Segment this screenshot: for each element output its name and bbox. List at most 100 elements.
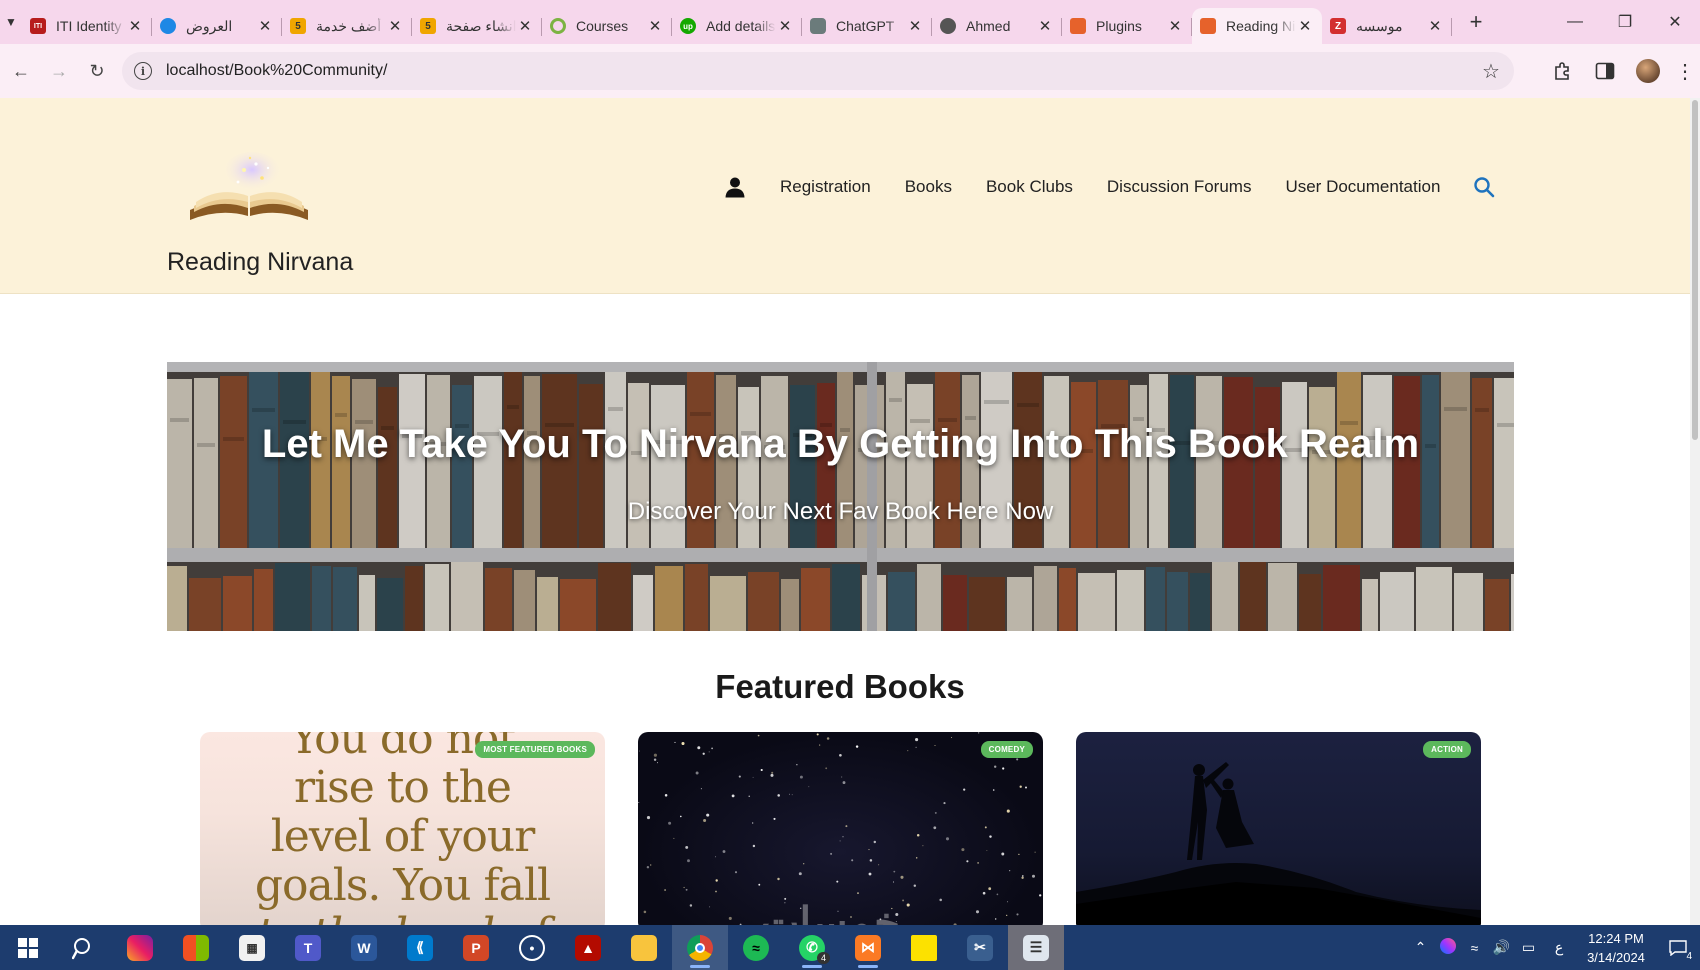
clock[interactable]: 12:24 PM 3/14/2024 bbox=[1576, 929, 1656, 967]
minimize-icon[interactable]: — bbox=[1550, 0, 1600, 44]
quote-line: level of your bbox=[270, 811, 536, 862]
notification-center-icon[interactable]: 4 bbox=[1656, 925, 1700, 970]
search-icon[interactable] bbox=[56, 925, 112, 970]
sticky-notes-icon[interactable] bbox=[896, 925, 952, 970]
browser-tab[interactable]: 5 انشاء صفحة ✕ bbox=[412, 8, 542, 44]
tab-close-icon[interactable]: ✕ bbox=[1036, 17, 1054, 35]
site-header: Reading Nirvana Registration Books Book … bbox=[0, 98, 1690, 294]
hero-title: Let Me Take You To Nirvana By Getting In… bbox=[261, 422, 1420, 466]
vscode-icon[interactable]: ⟪ bbox=[392, 925, 448, 970]
book-card[interactable]: COMEDY bbox=[638, 732, 1043, 925]
tab-close-icon[interactable]: ✕ bbox=[386, 17, 404, 35]
whatsapp-icon[interactable]: ✆ 4 bbox=[784, 925, 840, 970]
tab-title: انشاء صفحة bbox=[446, 17, 516, 34]
tab-title: موسسه bbox=[1356, 17, 1403, 34]
side-panel-icon[interactable] bbox=[1584, 62, 1626, 80]
restore-icon[interactable]: ❐ bbox=[1600, 0, 1650, 44]
nav-book-clubs[interactable]: Book Clubs bbox=[986, 177, 1073, 197]
book-card[interactable]: ACTION bbox=[1076, 732, 1481, 925]
browser-tab[interactable]: up Add details ✕ bbox=[672, 8, 802, 44]
browser-menu-icon[interactable]: ⋮ bbox=[1670, 59, 1700, 84]
reload-icon[interactable]: ↻ bbox=[80, 54, 114, 88]
browser-tab[interactable]: Ahmed ✕ bbox=[932, 8, 1062, 44]
battery-icon[interactable]: ▭ bbox=[1515, 939, 1542, 956]
category-badge: ACTION bbox=[1423, 741, 1471, 758]
chrome-icon[interactable] bbox=[672, 925, 728, 970]
page-scrollbar[interactable] bbox=[1690, 98, 1700, 925]
user-account-icon[interactable] bbox=[720, 172, 750, 202]
language-indicator[interactable]: ع bbox=[1542, 939, 1576, 956]
profile-avatar[interactable] bbox=[1636, 59, 1660, 83]
tab-title: العروض bbox=[186, 17, 233, 34]
extensions-icon[interactable] bbox=[1542, 61, 1584, 81]
browser-tab[interactable]: 5 أضف خدمة ✕ bbox=[282, 8, 412, 44]
forward-icon[interactable]: → bbox=[42, 54, 76, 88]
browser-tab-active[interactable]: Reading Nirvana ✕ bbox=[1192, 8, 1322, 44]
xampp-icon[interactable]: ⋈ bbox=[840, 925, 896, 970]
notepad-icon[interactable]: ☰ bbox=[1008, 925, 1064, 970]
address-bar[interactable]: i localhost/Book%20Community/ ☆ bbox=[122, 52, 1514, 90]
open-book-logo-icon[interactable] bbox=[186, 152, 312, 226]
file-explorer-icon[interactable] bbox=[616, 925, 672, 970]
powerpoint-icon[interactable]: P bbox=[448, 925, 504, 970]
snipping-tool-icon[interactable]: ✂ bbox=[952, 925, 1008, 970]
windows-taskbar: ▦ T W ⟪ P • ▲ ≈ ✆ 4 ⋈ ✂ ☰ ⌃ ≈ 🔊 ▭ ع 12:24… bbox=[0, 925, 1700, 970]
new-tab-button[interactable]: + bbox=[1456, 9, 1496, 35]
tab-title: Reading Nirvana bbox=[1226, 18, 1296, 34]
alarm-clock-icon[interactable]: • bbox=[504, 925, 560, 970]
nav-registration[interactable]: Registration bbox=[780, 177, 871, 197]
site-name[interactable]: Reading Nirvana bbox=[167, 248, 353, 277]
tab-close-icon[interactable]: ✕ bbox=[906, 17, 924, 35]
tab-close-icon[interactable]: ✕ bbox=[1166, 17, 1184, 35]
book-cover-quote: You do not rise to the level of your goa… bbox=[200, 732, 605, 925]
browser-tab[interactable]: العروض ✕ bbox=[152, 8, 282, 44]
back-icon[interactable]: ← bbox=[4, 54, 38, 88]
tab-favicon-globe-icon bbox=[940, 18, 956, 34]
tab-favicon-khamsat: 5 bbox=[420, 18, 436, 34]
tab-close-icon[interactable]: ✕ bbox=[256, 17, 274, 35]
browser-tab[interactable]: Z موسسه ✕ bbox=[1322, 8, 1452, 44]
window-controls: — ❐ ✕ bbox=[1550, 0, 1700, 44]
tab-close-icon[interactable]: ✕ bbox=[1426, 17, 1444, 35]
messenger-icon[interactable] bbox=[1434, 938, 1461, 957]
clock-date: 3/14/2024 bbox=[1587, 949, 1645, 965]
tab-title: Ahmed bbox=[966, 18, 1011, 34]
browser-tab[interactable]: Courses ✕ bbox=[542, 8, 672, 44]
volume-icon[interactable]: 🔊 bbox=[1488, 939, 1515, 956]
tab-close-icon[interactable]: ✕ bbox=[1296, 17, 1314, 35]
tab-favicon-xampp-icon bbox=[1200, 18, 1216, 34]
toolbar-right: ⋮ bbox=[1542, 44, 1700, 98]
tab-close-icon[interactable]: ✕ bbox=[126, 17, 144, 35]
browser-tab[interactable]: ChatGPT ✕ bbox=[802, 8, 932, 44]
nav-user-documentation[interactable]: User Documentation bbox=[1285, 177, 1440, 197]
teams-icon[interactable]: T bbox=[280, 925, 336, 970]
search-icon[interactable] bbox=[1472, 175, 1496, 199]
wifi-icon[interactable]: ≈ bbox=[1461, 940, 1488, 956]
book-card[interactable]: You do not rise to the level of your goa… bbox=[200, 732, 605, 925]
browser-tab[interactable]: ITI ITI Identity ✕ bbox=[22, 8, 152, 44]
tab-title: Courses bbox=[576, 18, 629, 34]
quote-line: rise to the bbox=[294, 762, 512, 813]
nav-books[interactable]: Books bbox=[905, 177, 952, 197]
url-text[interactable]: localhost/Book%20Community/ bbox=[166, 62, 1476, 80]
scrollbar-thumb[interactable] bbox=[1692, 100, 1698, 440]
site-info-icon[interactable]: i bbox=[134, 62, 152, 80]
acrobat-icon[interactable]: ▲ bbox=[560, 925, 616, 970]
windows-start-icon[interactable] bbox=[0, 925, 56, 970]
browser-tab[interactable]: Plugins ✕ bbox=[1062, 8, 1192, 44]
tab-close-icon[interactable]: ✕ bbox=[776, 17, 794, 35]
close-window-icon[interactable]: ✕ bbox=[1650, 0, 1700, 44]
bookmark-star-icon[interactable]: ☆ bbox=[1476, 59, 1506, 84]
tab-close-icon[interactable]: ✕ bbox=[516, 17, 534, 35]
nav-discussion-forums[interactable]: Discussion Forums bbox=[1107, 177, 1252, 197]
calculator-icon[interactable]: ▦ bbox=[224, 925, 280, 970]
hero-banner: Let Me Take You To Nirvana By Getting In… bbox=[167, 362, 1514, 631]
tab-favicon-chatgpt-icon bbox=[810, 18, 826, 34]
spotify-icon[interactable]: ≈ bbox=[728, 925, 784, 970]
chevron-up-icon[interactable]: ⌃ bbox=[1407, 939, 1434, 956]
instagram-icon[interactable] bbox=[112, 925, 168, 970]
tab-close-icon[interactable]: ✕ bbox=[646, 17, 664, 35]
tab-search-icon[interactable]: ▼ bbox=[0, 0, 22, 44]
store-icon[interactable] bbox=[168, 925, 224, 970]
word-icon[interactable]: W bbox=[336, 925, 392, 970]
